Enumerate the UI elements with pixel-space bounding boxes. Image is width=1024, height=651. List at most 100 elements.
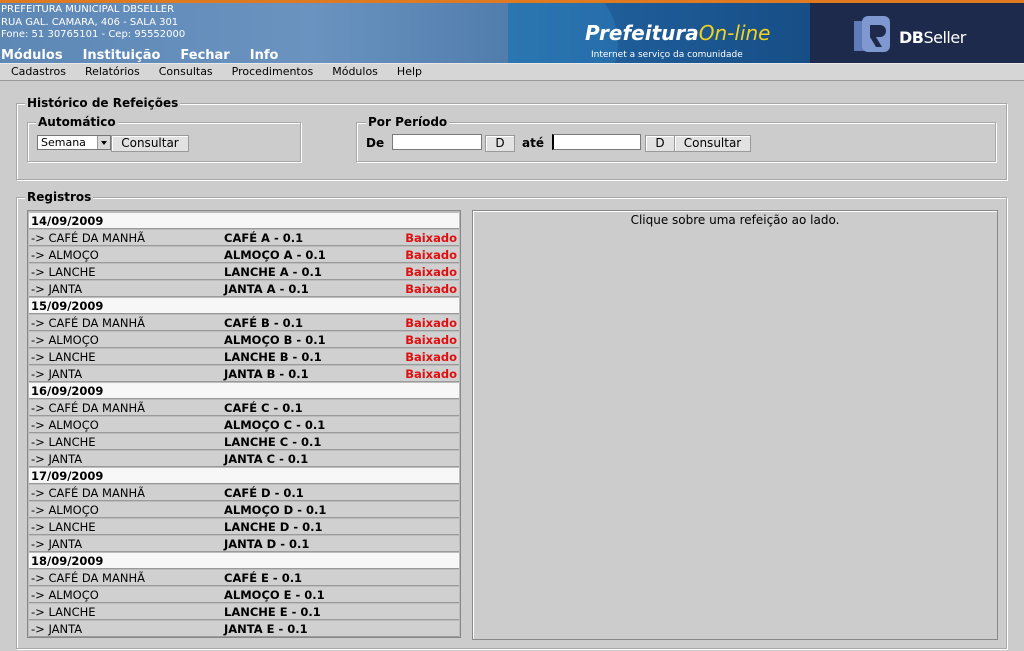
meal-name: -> ALMOÇO [31,588,99,602]
meal-name: -> JANTA [31,282,83,296]
dbseller-logo: DBSeller [810,3,1024,63]
meal-name: -> LANCHE [31,435,96,449]
meal-name: -> JANTA [31,622,83,636]
meal-name: -> CAFÉ DA MANHÃ [31,401,145,415]
refeicao-row[interactable]: -> ALMOÇO ALMOÇO B - 0.1 Baixado [29,332,459,348]
meal-name: -> JANTA [31,537,83,551]
registros-legend: Registros [25,190,94,204]
meal-name: -> ALMOÇO [31,418,99,432]
meal-name: -> CAFÉ DA MANHÃ [31,486,145,500]
meal-name: -> CAFÉ DA MANHÃ [31,316,145,330]
refeicao-row[interactable]: -> JANTA JANTA D - 0.1 [29,536,459,552]
historico-legend: Histórico de Refeições [25,96,181,110]
meal-name: -> ALMOÇO [31,248,99,262]
meal-name: -> CAFÉ DA MANHÃ [31,231,145,245]
refeicao-row[interactable]: -> LANCHE LANCHE C - 0.1 [29,434,459,450]
refeicao-row[interactable]: -> ALMOÇO ALMOÇO A - 0.1 Baixado [29,247,459,263]
refeicao-row[interactable]: -> JANTA JANTA C - 0.1 [29,451,459,467]
dish-name: JANTA C - 0.1 [224,452,309,466]
status-badge: Baixado [405,350,457,364]
org-address: RUA GAL. CAMARA, 406 - SALA 301 [1,16,179,28]
refeicao-row[interactable]: -> JANTA JANTA B - 0.1 Baixado [29,366,459,382]
menu-relatorios[interactable]: Relatórios [76,64,149,80]
menu-consultas[interactable]: Consultas [150,64,222,80]
data-inicial-picker-button[interactable]: D [485,135,515,152]
date-header: 17/09/2009 [29,468,459,484]
dbseller-logo-icon [854,16,890,52]
date-header: 16/09/2009 [29,383,459,399]
meal-name: -> LANCHE [31,350,96,364]
dish-name: LANCHE A - 0.1 [224,265,322,279]
dish-name: CAFÉ B - 0.1 [224,316,303,330]
consultar-periodo-button[interactable]: Consultar [674,135,751,152]
refeicao-row[interactable]: -> LANCHE LANCHE D - 0.1 [29,519,459,535]
refeicao-row[interactable]: -> JANTA JANTA A - 0.1 Baixado [29,281,459,297]
dish-name: ALMOÇO C - 0.1 [224,418,326,432]
refeicao-row[interactable]: -> ALMOÇO ALMOÇO E - 0.1 [29,587,459,603]
dish-name: JANTA E - 0.1 [224,622,308,636]
org-phone: Fone: 51 30765101 - Cep: 95552000 [1,29,186,40]
refeicao-row[interactable]: -> ALMOÇO ALMOÇO C - 0.1 [29,417,459,433]
main-menu-fechar[interactable]: Fechar [180,49,229,63]
menu-bar: Cadastros Relatórios Consultas Procedime… [0,63,1024,81]
periodo-legend: Por Período [366,115,450,129]
detail-hint: Clique sobre uma refeição ao lado. [630,213,840,227]
dish-name: JANTA A - 0.1 [224,282,309,296]
main-menu: Módulos Instituição Fechar Info [0,49,298,63]
consultar-automatico-button[interactable]: Consultar [111,135,189,152]
dish-name: ALMOÇO E - 0.1 [224,588,325,602]
org-info: PREFEITURA MUNICIPAL DBSELLER RUA GAL. C… [1,4,185,42]
dish-name: ALMOÇO D - 0.1 [224,503,327,517]
main-menu-instituicao[interactable]: Instituição [83,49,161,63]
status-badge: Baixado [405,248,457,262]
automatico-legend: Automático [36,115,118,129]
date-header: 14/09/2009 [29,213,459,229]
status-badge: Baixado [405,282,457,296]
refeicao-row[interactable]: -> LANCHE LANCHE E - 0.1 [29,604,459,620]
main-menu-modulos[interactable]: Módulos [1,49,63,63]
menu-procedimentos[interactable]: Procedimentos [223,64,323,80]
refeicao-row[interactable]: -> CAFÉ DA MANHÃ CAFÉ A - 0.1 Baixado [29,230,459,246]
org-name: PREFEITURA MUNICIPAL DBSELLER [1,4,175,15]
promo-subtitle: Internet a serviço da comunidade [591,50,743,60]
dish-name: CAFÉ A - 0.1 [224,231,304,245]
refeicao-row[interactable]: -> ALMOÇO ALMOÇO D - 0.1 [29,502,459,518]
status-badge: Baixado [405,231,457,245]
promo-title: PrefeituraOn-line [585,21,771,45]
refeicao-row[interactable]: -> CAFÉ DA MANHÃ CAFÉ E - 0.1 [29,570,459,586]
menu-help[interactable]: Help [388,64,431,80]
main-menu-info[interactable]: Info [250,49,279,63]
menu-modulos[interactable]: Módulos [323,64,387,80]
chevron-down-icon [97,136,110,149]
refeicoes-list: 14/09/2009 -> CAFÉ DA MANHÃ CAFÉ A - 0.1 Ba… [27,210,461,638]
meal-name: -> ALMOÇO [31,333,99,347]
de-label: De [366,136,385,150]
meal-name: -> JANTA [31,452,83,466]
dish-name: JANTA D - 0.1 [224,537,310,551]
data-final-input[interactable] [552,134,641,150]
date-header: 18/09/2009 [29,553,459,569]
meal-name: -> LANCHE [31,520,96,534]
refeicao-detail-panel: Clique sobre uma refeição ao lado. [472,210,998,640]
refeicao-row[interactable]: -> JANTA JANTA E - 0.1 [29,621,459,637]
menu-cadastros[interactable]: Cadastros [2,64,75,80]
meal-name: -> LANCHE [31,605,96,619]
refeicao-row[interactable]: -> LANCHE LANCHE B - 0.1 Baixado [29,349,459,365]
refeicao-row[interactable]: -> CAFÉ DA MANHÃ CAFÉ C - 0.1 [29,400,459,416]
data-inicial-input[interactable] [392,134,482,150]
refeicao-row[interactable]: -> CAFÉ DA MANHÃ CAFÉ B - 0.1 Baixado [29,315,459,331]
status-badge: Baixado [405,367,457,381]
dish-name: ALMOÇO A - 0.1 [224,248,326,262]
dish-name: LANCHE B - 0.1 [224,350,322,364]
refeicao-row[interactable]: -> CAFÉ DA MANHÃ CAFÉ D - 0.1 [29,485,459,501]
ate-label: até [522,136,544,150]
data-final-picker-button[interactable]: D [645,135,675,152]
dish-name: LANCHE C - 0.1 [224,435,322,449]
dish-name: JANTA B - 0.1 [224,367,309,381]
status-badge: Baixado [405,265,457,279]
dish-name: ALMOÇO B - 0.1 [224,333,326,347]
refeicao-row[interactable]: -> LANCHE LANCHE A - 0.1 Baixado [29,264,459,280]
prefeitura-online-banner: PrefeituraOn-line Internet a serviço da … [508,3,810,63]
periodicidade-select[interactable]: Semana [37,135,111,150]
meal-name: -> CAFÉ DA MANHÃ [31,571,145,585]
